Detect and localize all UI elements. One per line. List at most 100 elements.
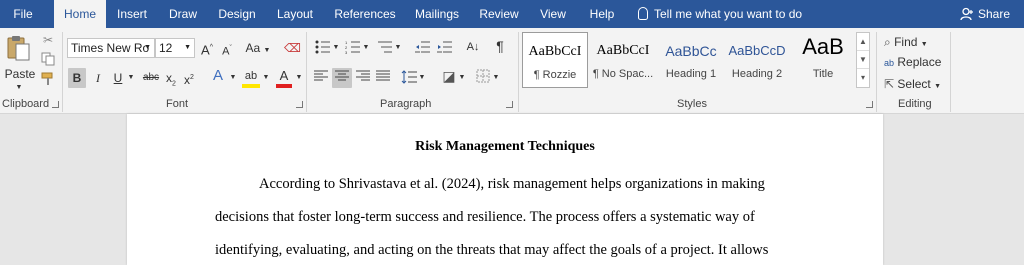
paragraph-launcher-icon[interactable] — [506, 101, 513, 108]
tab-design[interactable]: Design — [212, 0, 262, 28]
highlight-dropdown-icon[interactable]: ▼ — [261, 70, 271, 86]
align-center-button[interactable] — [332, 68, 352, 88]
cut-icon[interactable]: ✂ — [40, 32, 56, 48]
italic-button[interactable]: I — [90, 70, 106, 86]
grow-font-icon[interactable]: A^ — [199, 40, 215, 58]
tab-review[interactable]: Review — [474, 0, 524, 28]
gallery-up-icon[interactable]: ▲ — [857, 33, 869, 51]
tab-insert[interactable]: Insert — [110, 0, 154, 28]
sort-icon[interactable]: A↓ — [464, 39, 482, 55]
document-title: Risk Management Techniques — [415, 139, 595, 154]
tab-file[interactable]: File — [0, 0, 46, 28]
style-name: Title — [812, 68, 834, 80]
font-size-select[interactable]: 12 ▼ — [155, 38, 195, 58]
tell-me-text: Tell me what you want to do — [654, 7, 803, 21]
clipboard-launcher-icon[interactable] — [52, 101, 59, 108]
numbering-icon[interactable]: 123 — [344, 40, 362, 58]
find-label: Find — [894, 35, 918, 49]
tab-home[interactable]: Home — [54, 0, 106, 28]
line-spacing-dropdown-icon[interactable]: ▼ — [418, 70, 426, 86]
multilevel-dropdown-icon[interactable]: ▼ — [394, 40, 402, 56]
paragraph-group-label: Paragraph — [380, 98, 432, 110]
font-name-select[interactable]: Times New Ro ▼ — [67, 38, 155, 58]
style-rozzie[interactable]: AaBbCcI ¶ Rozzie — [522, 32, 588, 88]
style-name: Heading 1 — [665, 68, 717, 80]
text-effects-dropdown-icon[interactable]: ▼ — [228, 70, 238, 86]
document-line: identifying, evaluating, and acting on t… — [215, 242, 769, 258]
style-title[interactable]: AaB Title — [790, 32, 856, 88]
font-launcher-icon[interactable] — [296, 101, 303, 108]
align-right-icon[interactable] — [354, 70, 372, 86]
subscript-button[interactable]: x2 — [164, 70, 178, 92]
style-preview: AaBbCc — [665, 43, 717, 59]
styles-launcher-icon[interactable] — [866, 101, 873, 108]
share-button[interactable]: Share — [960, 0, 1010, 28]
style-no-spacing[interactable]: AaBbCcI ¶ No Spac... — [590, 32, 656, 88]
borders-icon[interactable] — [474, 69, 492, 87]
share-label: Share — [978, 7, 1011, 21]
chevron-down-icon: ▼ — [920, 41, 928, 48]
style-preview: AaBbCcI — [596, 43, 650, 58]
document-page[interactable]: Risk Management Techniques According to … — [127, 114, 883, 265]
tab-mailings[interactable]: Mailings — [408, 0, 466, 28]
font-color-dropdown-icon[interactable]: ▼ — [294, 70, 304, 86]
tab-help[interactable]: Help — [582, 0, 622, 28]
paste-icon[interactable] — [6, 34, 32, 62]
tab-draw[interactable]: Draw — [162, 0, 204, 28]
format-painter-icon[interactable] — [40, 72, 56, 90]
underline-button[interactable]: U — [110, 70, 126, 86]
style-name: ¶ Rozzie — [533, 69, 577, 81]
editing-group-label: Editing — [898, 98, 932, 110]
style-heading-1[interactable]: AaBbCc Heading 1 — [658, 32, 724, 88]
highlight-icon[interactable]: ab — [242, 68, 260, 88]
shading-icon[interactable]: ◪ — [440, 68, 458, 84]
ribbon-tab-bar: File Home Insert Draw Design Layout Refe… — [0, 0, 1024, 28]
style-heading-2[interactable]: AaBbCcD Heading 2 — [724, 32, 790, 88]
pilcrow-icon[interactable]: ¶ — [492, 38, 508, 54]
replace-button[interactable]: ab Replace — [884, 54, 946, 71]
style-preview: AaBbCcI — [528, 44, 582, 59]
underline-dropdown-icon[interactable]: ▼ — [126, 70, 136, 86]
bullets-dropdown-icon[interactable]: ▼ — [332, 40, 340, 56]
tab-layout[interactable]: Layout — [270, 0, 320, 28]
replace-icon: ab — [884, 58, 895, 68]
person-icon — [960, 7, 973, 21]
superscript-button[interactable]: x2 — [182, 70, 196, 88]
decrease-indent-icon[interactable] — [414, 40, 432, 58]
select-button[interactable]: ⇱ Select ▼ — [884, 76, 944, 95]
gallery-down-icon[interactable]: ▼ — [857, 51, 869, 69]
change-case-button[interactable]: Aa ▼ — [244, 40, 272, 59]
tab-view[interactable]: View — [532, 0, 574, 28]
styles-gallery-scroll[interactable]: ▲ ▼ ▾ — [856, 32, 870, 88]
font-color-icon[interactable]: A — [276, 68, 292, 88]
style-preview: AaB — [802, 34, 844, 59]
shrink-font-icon[interactable]: Aˇ — [219, 41, 235, 60]
tell-me-search[interactable]: Tell me what you want to do — [638, 0, 802, 28]
gallery-more-icon[interactable]: ▾ — [857, 69, 869, 87]
justify-icon[interactable] — [374, 70, 392, 86]
bullets-icon[interactable] — [314, 40, 332, 58]
find-button[interactable]: ⌕ Find ▼ — [884, 34, 944, 53]
bold-button[interactable]: B — [68, 68, 86, 88]
group-separator — [62, 32, 63, 112]
clear-formatting-icon[interactable]: ⌫ — [284, 40, 301, 56]
line-spacing-icon[interactable] — [400, 70, 418, 88]
copy-icon[interactable] — [40, 52, 56, 70]
numbering-dropdown-icon[interactable]: ▼ — [362, 40, 370, 56]
font-name-value: Times New Ro — [71, 41, 150, 55]
strikethrough-button[interactable]: abc — [140, 70, 162, 86]
group-separator — [876, 32, 877, 112]
styles-group-label: Styles — [677, 98, 707, 110]
group-separator — [306, 32, 307, 112]
multilevel-list-icon[interactable] — [376, 40, 394, 58]
increase-indent-icon[interactable] — [436, 40, 454, 58]
borders-dropdown-icon[interactable]: ▼ — [492, 70, 500, 86]
shading-dropdown-icon[interactable]: ▼ — [458, 70, 466, 86]
style-name: Heading 2 — [731, 68, 783, 80]
align-left-icon[interactable] — [312, 70, 330, 86]
paste-dropdown-icon[interactable]: ▼ — [14, 80, 24, 96]
tab-references[interactable]: References — [330, 0, 400, 28]
chevron-down-icon: ▼ — [934, 83, 942, 90]
text-effects-icon[interactable]: A — [210, 68, 226, 84]
group-separator — [518, 32, 519, 112]
